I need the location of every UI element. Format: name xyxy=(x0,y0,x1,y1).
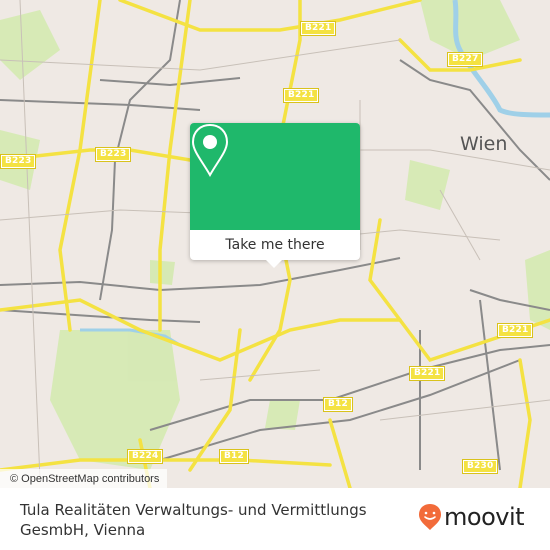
brand-name: moovit xyxy=(444,503,525,531)
road-shield: B12 xyxy=(324,398,352,411)
road-shield: B221 xyxy=(284,89,319,102)
map-pin-icon xyxy=(191,123,229,178)
city-label: Wien xyxy=(460,133,508,155)
road-shield: B224 xyxy=(128,450,163,463)
road-shield: B230 xyxy=(463,460,498,473)
footer: Tula Realitäten Verwaltungs- und Vermitt… xyxy=(0,488,550,550)
place-title: Tula Realitäten Verwaltungs- und Vermitt… xyxy=(20,501,367,539)
location-popup: Take me there xyxy=(190,123,360,268)
road-shield: B221 xyxy=(301,22,336,35)
road-shield: B227 xyxy=(448,53,483,66)
road-shield: B12 xyxy=(220,450,248,463)
road-shield: B221 xyxy=(498,324,533,337)
road-shield: B223 xyxy=(1,155,36,168)
moovit-logo[interactable]: moovit xyxy=(418,502,525,532)
road-shield: B223 xyxy=(96,148,131,161)
moovit-logo-icon xyxy=(419,504,441,530)
popup-pointer xyxy=(266,260,282,268)
road-shield: B221 xyxy=(410,367,445,380)
popup-header xyxy=(190,123,360,230)
map-attribution[interactable]: © OpenStreetMap contributors xyxy=(0,469,168,488)
take-me-there-button[interactable]: Take me there xyxy=(190,230,360,260)
map-view[interactable]: B221 B227 B221 B223 B223 B221 B221 B12 B… xyxy=(0,0,550,488)
